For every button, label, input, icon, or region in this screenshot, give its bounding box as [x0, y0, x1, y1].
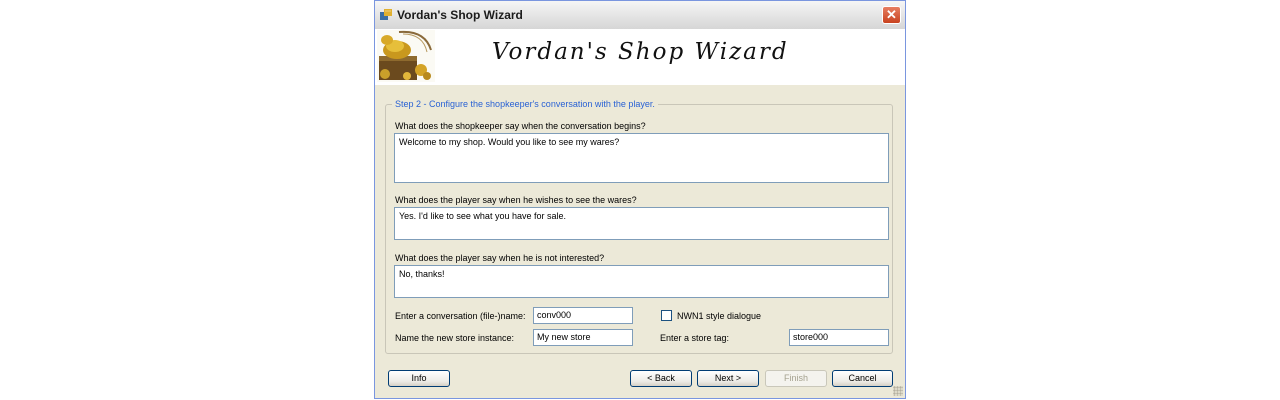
back-button[interactable]: < Back	[630, 370, 692, 387]
step-title: Step 2 - Configure the shopkeeper's conv…	[392, 99, 658, 109]
title-bar[interactable]: Vordan's Shop Wizard ✕	[375, 1, 905, 29]
store-instance-label: Name the new store instance:	[395, 333, 515, 343]
conversation-name-label: Enter a conversation (file-)name:	[395, 311, 526, 321]
close-button[interactable]: ✕	[882, 6, 901, 24]
decline-label: What does the player say when he is not …	[395, 253, 605, 263]
finish-button: Finish	[765, 370, 827, 387]
decline-textarea[interactable]: No, thanks!	[394, 265, 889, 298]
resize-grip[interactable]	[893, 386, 903, 396]
treasure-chest-gold-icon	[377, 30, 435, 82]
nwn1-style-checkbox[interactable]	[661, 310, 672, 321]
nwn1-style-label[interactable]: NWN1 style dialogue	[677, 311, 761, 321]
wizard-banner: Vordan's Shop Wizard	[375, 29, 905, 85]
greeting-textarea[interactable]: Welcome to my shop. Would you like to se…	[394, 133, 889, 183]
conversation-name-input[interactable]: conv000	[533, 307, 633, 324]
store-instance-input[interactable]: My new store	[533, 329, 633, 346]
store-tag-input[interactable]: store000	[789, 329, 889, 346]
banner-title: Vordan's Shop Wizard	[492, 39, 789, 65]
greeting-label: What does the shopkeeper say when the co…	[395, 121, 646, 131]
store-tag-label: Enter a store tag:	[660, 333, 730, 343]
info-button[interactable]: Info	[388, 370, 450, 387]
window-title: Vordan's Shop Wizard	[397, 8, 523, 22]
close-icon: ✕	[886, 7, 897, 22]
accept-textarea[interactable]: Yes. I'd like to see what you have for s…	[394, 207, 889, 240]
accept-label: What does the player say when he wishes …	[395, 195, 637, 205]
app-icon	[380, 9, 392, 20]
next-button[interactable]: Next >	[697, 370, 759, 387]
cancel-button[interactable]: Cancel	[832, 370, 893, 387]
wizard-window: Vordan's Shop Wizard ✕ Vordan's Shop Wiz…	[374, 0, 906, 399]
